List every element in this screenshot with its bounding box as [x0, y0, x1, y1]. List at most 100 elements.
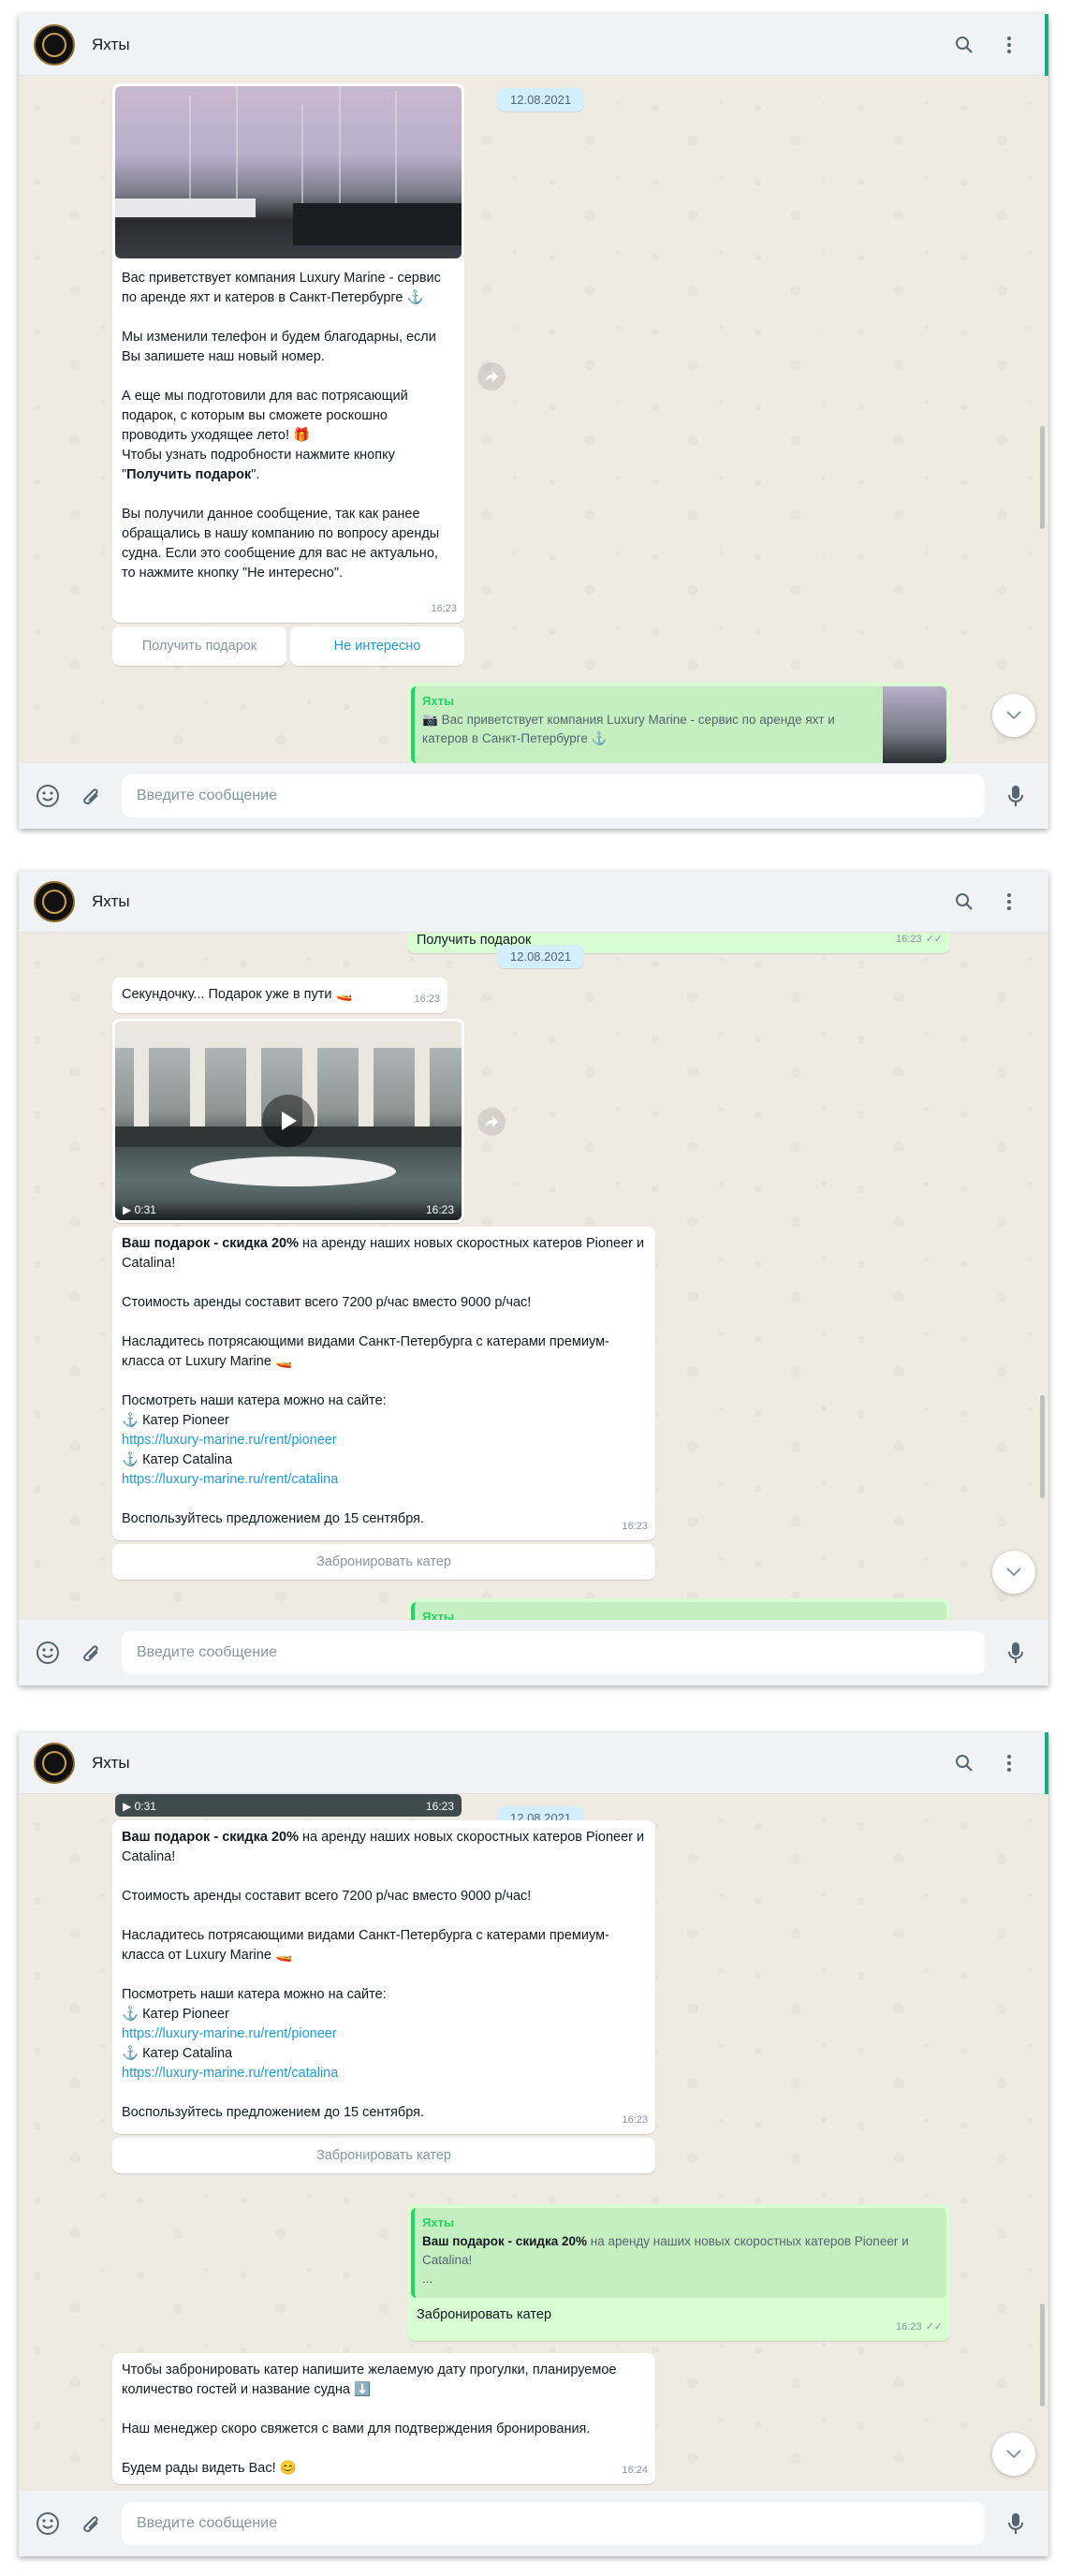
- scrollbar[interactable]: [1040, 426, 1045, 529]
- book-boat-button[interactable]: Забронировать катер: [112, 1544, 655, 1580]
- message-offer: Ваш подарок - скидка 20% на аренду наших…: [112, 1820, 655, 2134]
- message-input[interactable]: Введите сообщение: [122, 1631, 985, 1674]
- reply-text: Забронировать катер: [417, 2307, 552, 2322]
- offer-enjoy: Насладитесь потрясающими видами Санкт-Пе…: [122, 1928, 609, 1963]
- offer-see: Посмотреть наши катера можно на сайте:: [122, 1393, 387, 1408]
- yacht-photo[interactable]: [115, 86, 462, 258]
- quote-author: Яхты: [422, 2215, 455, 2230]
- forward-icon[interactable]: [477, 362, 506, 390]
- offer-price: Стоимость аренды составит всего 7200 р/ч…: [122, 1295, 532, 1310]
- attach-icon[interactable]: [77, 2510, 105, 2538]
- quick-replies: Забронировать катер: [112, 1544, 655, 1580]
- final-text-3: Будем рады видеть Вас! 😊: [122, 2461, 297, 2476]
- catalina-link[interactable]: https://luxury-marine.ru/rent/catalina: [122, 2066, 338, 2081]
- camera-icon: 📷: [422, 713, 442, 727]
- chat-name[interactable]: Яхты: [92, 36, 130, 54]
- menu-icon[interactable]: [998, 34, 1020, 56]
- offer-price: Стоимость аренды составит всего 7200 р/ч…: [122, 1889, 532, 1904]
- message-time: 16:23: [425, 1800, 454, 1813]
- avatar[interactable]: [34, 880, 75, 922]
- chat-window-1: Яхты Вас приветствует компания Luxury Ma…: [19, 14, 1048, 829]
- chat-header: Яхты: [19, 1732, 1048, 1794]
- boat-video-bottom[interactable]: ▶ 0:31 16:23: [115, 1794, 462, 1817]
- composer: Введите сообщение: [19, 1620, 1048, 1685]
- pioneer-link[interactable]: https://luxury-marine.ru/rent/pioneer: [122, 1433, 337, 1448]
- book-boat-button[interactable]: Забронировать катер: [112, 2138, 655, 2173]
- composer: Введите сообщение: [19, 2491, 1048, 2556]
- chat-name[interactable]: Яхты: [92, 892, 130, 911]
- scroll-down-button[interactable]: [992, 2433, 1035, 2476]
- final-text-2: Наш менеджер скоро свяжется с вами для п…: [122, 2421, 591, 2436]
- message-time: 16:23 ✓✓: [896, 2321, 943, 2333]
- message-time: 16:24: [622, 2465, 648, 2476]
- message-time: 16:23 ✓✓: [896, 934, 943, 945]
- forward-icon[interactable]: [477, 1108, 506, 1136]
- catalina-label: ⚓ Катер Catalina: [122, 1452, 233, 1467]
- intro-text-bold: Получить подарок: [126, 467, 252, 482]
- offer-until: Воспользуйтесь предложением до 15 сентяб…: [122, 1511, 425, 1526]
- reply-message: Яхты 📷 Вас приветствует компания Luxury …: [407, 683, 950, 767]
- video-camera-icon: ▶: [123, 1202, 135, 1216]
- chat-name[interactable]: Яхты: [92, 1754, 130, 1773]
- date-label: 12.08.2021: [497, 88, 585, 111]
- video-duration: ▶ 0:31: [123, 1202, 156, 1216]
- reply-message-book: Яхты Ваш подарок - скидка 20% на аренду …: [407, 2204, 950, 2341]
- emoji-icon[interactable]: [34, 782, 62, 810]
- chat-header: Яхты: [19, 871, 1048, 933]
- message-input[interactable]: Введите сообщение: [122, 2502, 985, 2545]
- microphone-icon[interactable]: [1002, 2510, 1030, 2538]
- message-time: 16:23: [425, 1202, 454, 1216]
- message-time: 16:23: [431, 603, 457, 614]
- scroll-accent: [1045, 14, 1048, 76]
- search-icon[interactable]: [953, 1752, 975, 1774]
- intro-text-end: ". Вы получили данное сообщение, так как…: [122, 467, 440, 581]
- menu-icon[interactable]: [998, 1752, 1020, 1774]
- message-final: Чтобы забронировать катер напишите желае…: [112, 2353, 655, 2484]
- emoji-icon[interactable]: [34, 1639, 62, 1667]
- quote-thumbnail: [883, 686, 946, 763]
- search-icon[interactable]: [953, 891, 975, 913]
- video-duration: ▶ 0:31: [123, 1800, 156, 1813]
- emoji-icon[interactable]: [34, 2510, 62, 2538]
- quote-author: Яхты: [422, 694, 455, 708]
- read-ticks-icon: ✓✓: [925, 2321, 943, 2333]
- offer-until: Воспользуйтесь предложением до 15 сентяб…: [122, 2105, 425, 2120]
- avatar[interactable]: [34, 1742, 75, 1784]
- avatar[interactable]: [34, 23, 75, 66]
- scrollbar[interactable]: [1040, 2304, 1045, 2407]
- pioneer-link[interactable]: https://luxury-marine.ru/rent/pioneer: [122, 2026, 337, 2041]
- attach-icon[interactable]: [77, 782, 105, 810]
- scroll-down-button[interactable]: [992, 694, 1035, 737]
- catalina-label: ⚓ Катер Catalina: [122, 2046, 233, 2061]
- search-icon[interactable]: [953, 34, 975, 56]
- quick-replies: Получить подарок Не интересно: [112, 626, 464, 666]
- message-offer: Ваш подарок - скидка 20% на аренду наших…: [112, 1227, 655, 1540]
- message-intro: Вас приветствует компания Luxury Marine …: [112, 83, 464, 623]
- message-time: 16:23: [414, 994, 440, 1005]
- scroll-down-button[interactable]: [992, 1551, 1035, 1594]
- microphone-icon[interactable]: [1002, 782, 1030, 810]
- offer-bold: Ваш подарок - скидка 20%: [122, 1236, 300, 1251]
- intro-text: Вас приветствует компания Luxury Marine …: [122, 271, 441, 482]
- boat-video[interactable]: ▶ 0:31 16:23: [115, 1022, 462, 1220]
- scrollbar[interactable]: [1040, 1395, 1045, 1498]
- message-input[interactable]: Введите сообщение: [122, 774, 985, 817]
- chat-window-3: Яхты ▶ 0:31 16:23 12.08.2021 Ваш подарок …: [19, 1732, 1048, 2556]
- quote-text: 📷 Вас приветствует компания Luxury Marin…: [422, 713, 835, 745]
- read-ticks-icon: ✓✓: [925, 934, 943, 945]
- menu-icon[interactable]: [998, 891, 1020, 913]
- get-gift-button[interactable]: Получить подарок: [112, 626, 286, 666]
- chat-window-2: Яхты Получить подарок 16:23 ✓✓ 12.08.2021…: [19, 871, 1048, 1685]
- chat-header: Яхты: [19, 14, 1048, 76]
- pioneer-label: ⚓ Катер Pioneer: [122, 1413, 229, 1428]
- message-time: 16:23: [622, 2114, 648, 2126]
- wait-text: Секундочку... Подарок уже в пути 🚤: [122, 987, 353, 1002]
- not-interested-button[interactable]: Не интересно: [290, 626, 464, 666]
- attach-icon[interactable]: [77, 1639, 105, 1667]
- play-icon[interactable]: [262, 1095, 315, 1147]
- offer-bold: Ваш подарок - скидка 20%: [122, 1830, 300, 1845]
- quote-text: Ваш подарок - скидка 20% на аренду наших…: [422, 2234, 909, 2267]
- microphone-icon[interactable]: [1002, 1639, 1030, 1667]
- offer-enjoy: Насладитесь потрясающими видами Санкт-Пе…: [122, 1334, 609, 1369]
- catalina-link[interactable]: https://luxury-marine.ru/rent/catalina: [122, 1472, 338, 1487]
